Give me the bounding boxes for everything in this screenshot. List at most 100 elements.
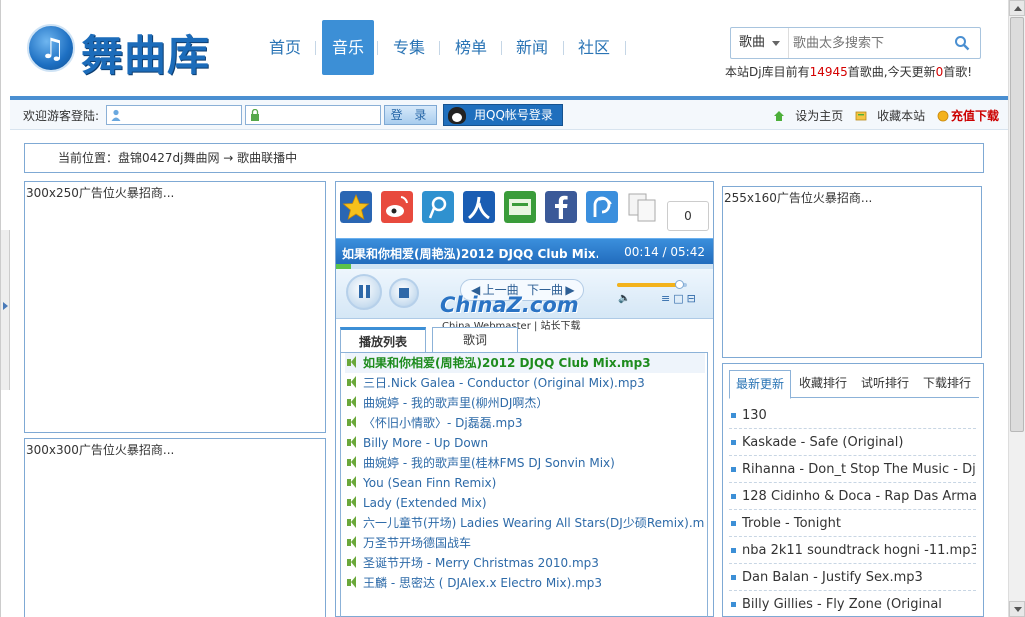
tab-favorites[interactable]: 收藏排行 xyxy=(793,370,853,398)
playlist-item[interactable]: 曲婉婷 - 我的歌声里(桂林FMS DJ Sonvin Mix) xyxy=(345,453,705,473)
facebook-icon[interactable] xyxy=(545,191,577,223)
speaker-icon xyxy=(347,516,356,528)
playlist: 如果和你相爱(周艳泓)2012 DJQQ Club Mix.mp3 三日.Nic… xyxy=(340,352,708,617)
user-icon xyxy=(111,109,121,121)
password-field[interactable] xyxy=(245,105,381,125)
scroll-thumb[interactable] xyxy=(1010,17,1024,432)
speaker-icon xyxy=(347,376,356,388)
speaker-icon xyxy=(347,576,356,588)
speaker-icon xyxy=(347,416,356,428)
playlist-item[interactable]: 圣诞节开场 - Merry Christmas 2010.mp3 xyxy=(345,553,705,573)
tencent-weibo-icon[interactable] xyxy=(422,191,454,223)
play-time: 00:14 / 05:42 xyxy=(624,245,705,259)
tab-playlist[interactable]: 播放列表 xyxy=(340,327,426,353)
pause-button[interactable] xyxy=(346,274,382,310)
site-logo[interactable]: ♫ 舞曲库 xyxy=(27,22,217,80)
playlist-item[interactable]: You (Sean Finn Remix) xyxy=(345,473,705,493)
ranking-item[interactable]: 130 xyxy=(729,402,976,429)
player-controls: ◀ 上一曲 下一曲 ▶ 🔈 ≡□⊟ ChinaZ.com China Webma… xyxy=(336,269,713,332)
username-field[interactable] xyxy=(106,105,242,125)
music-player: 0 如果和你相爱(周艳泓)2012 DJQQ Club Mix.mp3 00:1… xyxy=(335,181,714,617)
ranking-item[interactable]: 128 Cidinho & Doca - Rap Das Armas xyxy=(729,483,976,510)
tab-lyrics[interactable]: 歌词 xyxy=(432,327,518,353)
now-playing-title: 如果和你相爱(周艳泓)2012 DJQQ Club Mix.mp3 xyxy=(342,247,598,261)
login-bar: 欢迎游客登陆: 登 录 用QQ帐号登录 设为主页 收藏本站 充值下载 xyxy=(10,100,1008,130)
library-stats: 本站Dj库目前有14945首歌曲,今天更新0首歌! xyxy=(725,65,973,79)
login-button[interactable]: 登 录 xyxy=(384,105,437,125)
search-input[interactable] xyxy=(793,32,943,54)
coin-icon xyxy=(937,110,949,122)
scroll-up-button[interactable] xyxy=(1009,0,1025,16)
qzone-share-icon[interactable] xyxy=(586,191,618,223)
volume-slider[interactable] xyxy=(617,280,687,289)
volume-knob[interactable] xyxy=(675,280,684,289)
lock-icon xyxy=(251,109,259,121)
breadcrumb: 当前位置：盘锦0427dj舞曲网 → 歌曲联播中 xyxy=(24,143,984,173)
ranking-item[interactable]: Billy Gillies - Fly Zone (Original xyxy=(729,591,976,617)
ranking-item[interactable]: nba 2k11 soundtrack hogni -11.mp3 xyxy=(729,537,976,564)
copy-link-icon[interactable] xyxy=(627,191,659,223)
recharge-link[interactable]: 充值下载 xyxy=(937,109,999,123)
stop-button[interactable] xyxy=(389,278,419,308)
ranking-item[interactable]: Kaskade - Safe (Original) xyxy=(729,429,976,456)
kaixin-icon[interactable] xyxy=(504,191,536,223)
stop-icon xyxy=(399,288,409,298)
ad-left-top[interactable]: 300x250广告位火暴招商... xyxy=(24,181,326,433)
playlist-item[interactable]: 如果和你相爱(周艳泓)2012 DJQQ Club Mix.mp3 xyxy=(345,353,705,373)
side-collapse-handle[interactable] xyxy=(1,230,10,390)
pause-icon xyxy=(359,285,363,298)
vertical-scrollbar[interactable] xyxy=(1008,0,1025,617)
login-label: 欢迎游客登陆: xyxy=(23,109,100,123)
playlist-item[interactable]: 曲婉婷 - 我的歌声里(柳州DJ啊杰） xyxy=(345,393,705,413)
qq-login-button[interactable]: 用QQ帐号登录 xyxy=(443,104,563,126)
ranking-item[interactable]: Dan Balan - Justify Sex.mp3 xyxy=(729,564,976,591)
watermark-logo: ChinaZ.com xyxy=(440,293,579,317)
music-note-icon: ♫ xyxy=(27,24,75,72)
tab-listens[interactable]: 试听排行 xyxy=(855,370,915,398)
bookmark-icon xyxy=(855,111,867,121)
scroll-down-button[interactable] xyxy=(1009,601,1025,617)
speaker-icon[interactable]: 🔈 xyxy=(618,293,630,304)
playlist-item[interactable]: 王麟 - 思密达 ( DJAlex.x Electro Mix).mp3 xyxy=(345,573,705,593)
qq-penguin-icon xyxy=(448,107,466,124)
nav-news[interactable]: 新闻 xyxy=(506,20,558,75)
total-count: 14945 xyxy=(809,65,848,79)
ranking-item[interactable]: Rihanna - Don_t Stop The Music - Dj xyxy=(729,456,976,483)
playlist-item[interactable]: 六一儿童节(开场) Ladies Wearing All Stars(DJ少硕R… xyxy=(345,513,705,533)
page: ♫ 舞曲库 首页 音乐 专集 榜单 新闻 社区 歌曲 本站Dj库目前有14945… xyxy=(0,0,1008,617)
search-category-select[interactable]: 歌曲 xyxy=(731,28,789,58)
weibo-icon[interactable] xyxy=(381,191,413,223)
mode-buttons[interactable]: ≡□⊟ xyxy=(661,292,699,305)
playlist-item[interactable]: 万圣节开场德国战车 xyxy=(345,533,705,553)
nav-community[interactable]: 社区 xyxy=(568,20,620,75)
speaker-icon xyxy=(347,456,356,468)
ad-left-bottom[interactable]: 300x300广告位火暴招商... xyxy=(24,438,326,617)
nav-divider xyxy=(563,41,564,55)
nav-divider xyxy=(625,41,626,55)
nav-divider xyxy=(377,41,378,55)
nav-home[interactable]: 首页 xyxy=(259,20,311,75)
logo-text: 舞曲库 xyxy=(81,31,211,80)
playlist-item[interactable]: 三日.Nick Galea - Conductor (Original Mix)… xyxy=(345,373,705,393)
ad-right-top[interactable]: 255x160广告位火暴招商... xyxy=(722,186,982,358)
nav-music[interactable]: 音乐 xyxy=(322,20,374,75)
playlist-item[interactable]: Billy More - Up Down xyxy=(345,433,705,453)
playlist-item[interactable]: 〈怀旧小情歌〉- Dj磊磊.mp3 xyxy=(345,413,705,433)
chevron-down-icon xyxy=(772,41,780,46)
playlist-item[interactable]: Lady (Extended Mix) xyxy=(345,493,705,513)
tab-latest[interactable]: 最新更新 xyxy=(729,370,791,399)
ranking-item[interactable]: Troble - Tonight xyxy=(729,510,976,537)
favorite-star-icon[interactable] xyxy=(340,191,372,223)
chevron-right-icon xyxy=(3,302,8,310)
set-home-link[interactable]: 设为主页 xyxy=(773,109,843,123)
top-links: 设为主页 收藏本站 充值下载 xyxy=(765,107,999,124)
search-icon[interactable] xyxy=(954,35,970,51)
nav-charts[interactable]: 榜单 xyxy=(445,20,497,75)
tab-downloads[interactable]: 下载排行 xyxy=(917,370,977,398)
speaker-icon xyxy=(347,356,356,368)
renren-icon[interactable] xyxy=(463,191,495,223)
nav-albums[interactable]: 专集 xyxy=(383,20,435,75)
speaker-icon xyxy=(347,476,356,488)
search-box: 歌曲 xyxy=(730,27,981,59)
bookmark-link[interactable]: 收藏本站 xyxy=(855,109,925,123)
